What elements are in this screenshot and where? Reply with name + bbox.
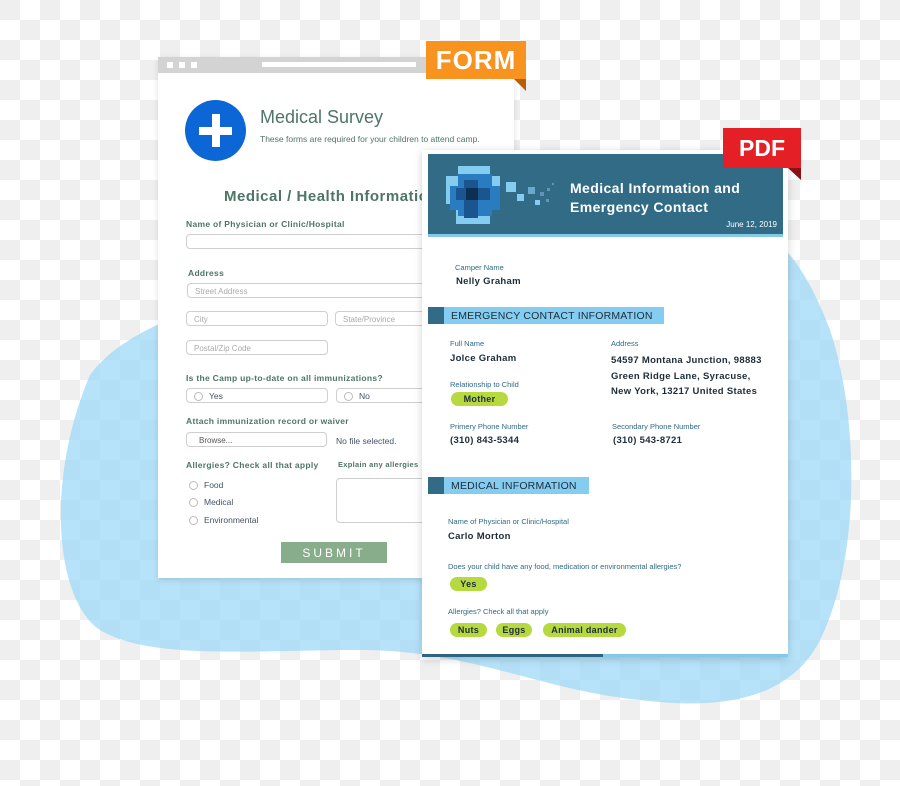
pdf-date: June 12, 2019 [726, 220, 777, 229]
allergy-option-medical[interactable]: Medical [189, 497, 233, 508]
allergy-option-environmental[interactable]: Environmental [189, 515, 258, 526]
pdf-tag-fold [788, 168, 801, 180]
medical-cross-icon [185, 100, 246, 161]
primary-phone: (310) 843-5344 [450, 435, 520, 446]
pdf-tag: PDF [723, 128, 801, 168]
allergy-pill: Animal dander [543, 623, 626, 637]
relationship-label: Relationship to Child [450, 380, 519, 389]
radio-icon [189, 498, 198, 508]
physician-input[interactable] [186, 234, 446, 249]
form-title: Medical Survey [260, 107, 384, 127]
explain-label: Explain any allergies [338, 460, 419, 469]
zip-input[interactable]: Postal/Zip Code [186, 340, 328, 355]
radio-icon [344, 391, 353, 401]
allergy-pill: Nuts [450, 623, 487, 637]
street-address-input[interactable]: Street Address [187, 283, 447, 298]
full-name: Jolce Graham [450, 353, 517, 364]
allergy-pill: Eggs [496, 623, 532, 637]
window-dot-icon [167, 62, 173, 68]
attach-label: Attach immunization record or waiver [186, 416, 349, 426]
no-file-text: No file selected. [336, 436, 397, 446]
allergies-label: Allergies? Check all that apply [186, 460, 319, 470]
form-heading: Medical / Health Information [224, 188, 439, 205]
pdf-physician-label: Name of Physician or Clinic/Hospital [448, 517, 569, 526]
radio-icon [194, 391, 203, 401]
immunization-question: Is the Camp up-to-date on all immunizati… [186, 373, 383, 383]
form-subtitle: These forms are required for your childr… [260, 134, 480, 144]
immunization-yes-option[interactable]: Yes [186, 388, 328, 403]
pdf-physician: Carlo Morton [448, 531, 511, 542]
relationship-pill: Mother [451, 392, 508, 406]
address-label: Address [611, 339, 639, 348]
window-dot-icon [179, 62, 185, 68]
url-bar [262, 62, 416, 67]
form-tag: FORM [426, 41, 526, 79]
address-value: 54597 Montana Junction, 98883 Green Ridg… [611, 355, 762, 397]
pixel-cross-logo-icon [446, 166, 554, 224]
section-marker-icon [428, 307, 444, 324]
window-dot-icon [191, 62, 197, 68]
city-input[interactable]: City [186, 311, 328, 326]
pdf-document: Medical Information and Emergency Contac… [422, 150, 788, 657]
medical-section-header: MEDICAL INFORMATION [428, 477, 589, 494]
primary-phone-label: Primery Phone Number [450, 422, 529, 431]
secondary-phone-label: Secondary Phone Number [612, 422, 701, 431]
address-label: Address [188, 268, 225, 278]
radio-icon [189, 481, 198, 491]
allergy-question: Does your child have any food, medicatio… [448, 562, 682, 571]
submit-button[interactable]: SUBMIT [281, 542, 387, 563]
allergy-option-food[interactable]: Food [189, 480, 223, 491]
radio-icon [189, 516, 198, 526]
pdf-bottom-border-accent [422, 654, 603, 657]
camper-name-label: Camper Name [455, 263, 504, 272]
full-name-label: Full Name [450, 339, 485, 348]
emergency-section-header: EMERGENCY CONTACT INFORMATION [428, 307, 664, 324]
allergy-answer-pill: Yes [450, 577, 487, 591]
pdf-title: Medical Information and Emergency Contac… [570, 180, 741, 215]
form-tag-fold [514, 79, 526, 91]
pdf-allergies-label: Allergies? Check all that apply [448, 607, 549, 616]
physician-label: Name of Physician or Clinic/Hospital [186, 219, 345, 229]
secondary-phone: (310) 543-8721 [613, 435, 683, 446]
browse-button[interactable]: Browse... [186, 432, 327, 447]
camper-name: Nelly Graham [456, 276, 521, 287]
section-marker-icon [428, 477, 444, 494]
